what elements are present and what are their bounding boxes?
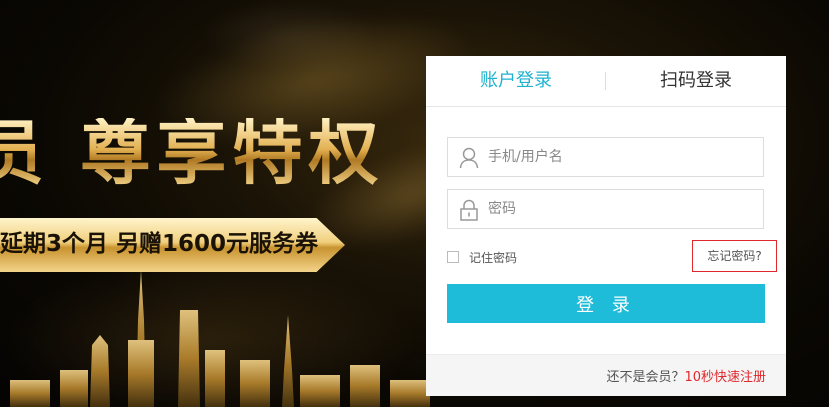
password-input[interactable] (488, 190, 758, 228)
register-prompt: 还不是会员？10秒快速注册 (606, 366, 766, 385)
tab-qr-login[interactable]: 扫码登录 (606, 56, 786, 106)
password-field (447, 189, 764, 229)
login-page: 员 尊享特权 延期3个月 另赠1600元服务券 账户登录 扫码登录 手机/用户名… (0, 0, 829, 407)
lock-icon (460, 199, 478, 221)
tab-account-login[interactable]: 账户登录 (426, 56, 606, 106)
username-input[interactable] (488, 138, 758, 176)
remember-password: 记住密码 (447, 249, 517, 265)
user-icon (459, 147, 479, 169)
remember-label: 记住密码 (469, 250, 518, 265)
login-panel: 账户登录 扫码登录 记住密码 忘记密码? 登 录 (426, 56, 786, 396)
forgot-password-link[interactable]: 忘记密码? (692, 240, 777, 272)
city-skyline-image (10, 270, 430, 407)
login-button[interactable]: 登 录 (447, 284, 765, 323)
register-footer: 还不是会员？10秒快速注册 (426, 354, 786, 396)
register-link[interactable]: 10秒快速注册 (684, 370, 766, 385)
not-member-text: 还不是会员？ (606, 370, 685, 385)
remember-checkbox[interactable] (447, 251, 459, 263)
username-field (447, 137, 764, 177)
login-tabs: 账户登录 扫码登录 (426, 56, 786, 107)
promo-headline: 员 尊享特权 (0, 118, 384, 188)
promo-banner-text: 延期3个月 另赠1600元服务券 (0, 231, 319, 257)
